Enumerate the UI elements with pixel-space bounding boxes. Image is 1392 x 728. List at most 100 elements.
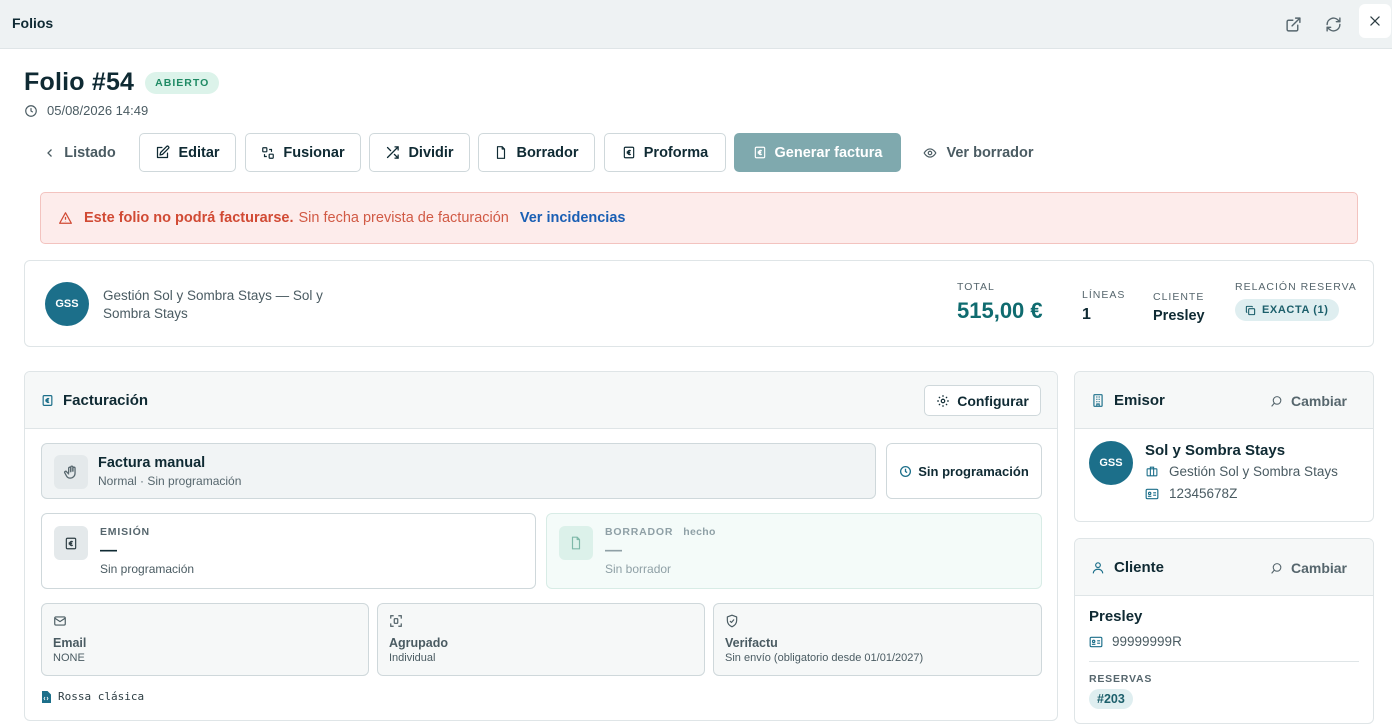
draft-subtitle: Sin borrador <box>605 562 672 576</box>
issuer-tax-id: 12345678Z <box>1169 486 1238 501</box>
folio-summary: GSS Gestión Sol y Sombra Stays — Sol y S… <box>24 260 1374 347</box>
split-label: Dividir <box>408 144 454 161</box>
issuer-title-text: Emisor <box>1114 392 1165 409</box>
alert-text: Sin fecha prevista de facturación <box>298 210 509 226</box>
invoice-mode-title: Factura manual <box>98 455 206 471</box>
billing-title: Facturación <box>41 392 148 409</box>
search-swap-icon <box>1271 562 1282 574</box>
draft-state: hecho <box>683 526 716 538</box>
issuer-legal-name: Gestión Sol y Sombra Stays <box>1169 464 1338 479</box>
change-client-label: Cambiar <box>1290 560 1347 576</box>
merge-button[interactable]: Fusionar <box>245 133 361 172</box>
close-button[interactable] <box>1359 4 1391 38</box>
status-badge: ABIERTO <box>145 71 220 94</box>
warning-icon <box>59 212 72 224</box>
billing-title-text: Facturación <box>63 392 149 409</box>
page-title: Folio #54 <box>24 68 135 96</box>
shield-check-icon <box>726 614 738 628</box>
schedule-label: Sin programación <box>918 463 1029 479</box>
document-icon <box>571 536 581 550</box>
view-draft-button[interactable]: Ver borrador <box>916 133 1040 172</box>
change-client-button[interactable]: Cambiar <box>1270 560 1347 576</box>
grouping-setting[interactable]: Agrupado Individual <box>377 603 705 676</box>
invoice-template[interactable]: Rossa clásica <box>41 690 144 703</box>
issuer-taxid-row: 12345678Z <box>1145 486 1237 501</box>
refresh-button[interactable] <box>1318 10 1348 38</box>
close-icon <box>1370 16 1380 26</box>
grouping-value: Individual <box>389 652 436 664</box>
relation-badge: EXACTA (1) <box>1235 299 1339 321</box>
view-draft-label: Ver borrador <box>946 144 1034 161</box>
company-avatar: GSS <box>45 282 89 326</box>
split-icon <box>387 146 400 159</box>
edit-icon <box>157 145 170 159</box>
draft-button[interactable]: Borrador <box>478 133 595 172</box>
draft-value: — <box>605 540 622 559</box>
schedule-button[interactable]: Sin programación <box>886 443 1042 499</box>
lines-metric: LÍNEAS 1 <box>1082 289 1125 324</box>
generate-invoice-label: Generar factura <box>774 144 883 161</box>
building-icon <box>1093 394 1103 407</box>
invoice-blocked-alert: Este folio no podrá facturarse. Sin fech… <box>40 192 1358 244</box>
id-card-icon <box>1145 488 1159 499</box>
grouping-title: Agrupado <box>389 636 449 650</box>
configure-button[interactable]: Configurar <box>924 385 1041 416</box>
group-scan-icon <box>390 615 402 627</box>
client-metric: CLIENTE Presley <box>1153 291 1205 324</box>
billing-card-header: Facturación Configurar <box>25 372 1057 429</box>
euro-receipt-icon <box>623 146 635 159</box>
verifactu-value: Sin envío (obligatorio desde 01/01/2027) <box>725 652 924 664</box>
window-titlebar: Folios <box>0 0 1392 49</box>
change-issuer-label: Cambiar <box>1290 393 1347 409</box>
edit-button[interactable]: Editar <box>139 133 236 172</box>
file-code-icon <box>42 690 51 703</box>
generate-invoice-button[interactable]: Generar factura <box>734 133 901 172</box>
eye-icon <box>923 147 937 158</box>
proforma-label: Proforma <box>643 144 709 161</box>
proforma-button[interactable]: Proforma <box>604 133 726 172</box>
email-setting[interactable]: Email NONE <box>41 603 369 676</box>
issuer-legal-row: Gestión Sol y Sombra Stays <box>1145 464 1338 479</box>
copy-icon <box>1245 305 1256 315</box>
view-issues-link[interactable]: Ver incidencias <box>520 210 626 226</box>
invoice-mode-selector[interactable]: Factura manual Normal · Sin programación <box>41 443 876 499</box>
relation-label: RELACIÓN RESERVA <box>1235 281 1357 293</box>
back-to-list-button[interactable]: Listado <box>36 133 124 172</box>
draft-label-row: BORRADOR hecho <box>605 526 716 538</box>
draft-panel: BORRADOR hecho — Sin borrador <box>546 513 1042 589</box>
change-issuer-button[interactable]: Cambiar <box>1270 393 1347 409</box>
merge-icon <box>262 146 275 159</box>
issuer-title: Emisor <box>1091 392 1165 409</box>
euro-receipt-icon <box>754 146 765 159</box>
edit-label: Editar <box>178 144 220 161</box>
user-icon <box>1092 562 1104 574</box>
split-button[interactable]: Dividir <box>369 133 470 172</box>
folio-date: 05/08/2026 14:49 <box>24 103 148 118</box>
client-title-text: Cliente <box>1114 559 1165 576</box>
client-tax-id: 99999999R <box>1112 634 1182 649</box>
folio-header: Folio #54 ABIERTO <box>24 68 220 97</box>
relation-value: EXACTA (1) <box>1262 304 1329 316</box>
issuer-name: Sol y Sombra Stays <box>1145 442 1286 459</box>
total-value: 515,00 € <box>957 298 1043 323</box>
mail-icon <box>54 616 66 626</box>
folio-datetime: 05/08/2026 14:49 <box>47 103 149 118</box>
total-label: TOTAL <box>957 281 995 293</box>
billing-card: Facturación Configurar Factura manual No… <box>24 371 1058 721</box>
lines-label: LÍNEAS <box>1082 289 1126 301</box>
document-icon <box>497 146 506 159</box>
client-card: Cliente Cambiar Presley 99999999R RESERV… <box>1074 538 1374 724</box>
emission-subtitle: Sin programación <box>100 562 195 576</box>
emission-panel: EMISIÓN — Sin programación <box>41 513 536 589</box>
draft-label: Borrador <box>516 144 579 161</box>
euro-icon-box <box>54 526 88 560</box>
refresh-icon <box>1325 16 1341 32</box>
window-title: Folios <box>12 15 54 31</box>
clock-icon <box>900 465 912 477</box>
open-external-button[interactable] <box>1278 10 1308 38</box>
booking-link[interactable]: #203 <box>1089 689 1133 709</box>
euro-receipt-icon <box>42 395 53 406</box>
emission-label: EMISIÓN <box>100 526 150 538</box>
verifactu-setting[interactable]: Verifactu Sin envío (obligatorio desde 0… <box>713 603 1042 676</box>
client-value: Presley <box>1153 308 1205 324</box>
